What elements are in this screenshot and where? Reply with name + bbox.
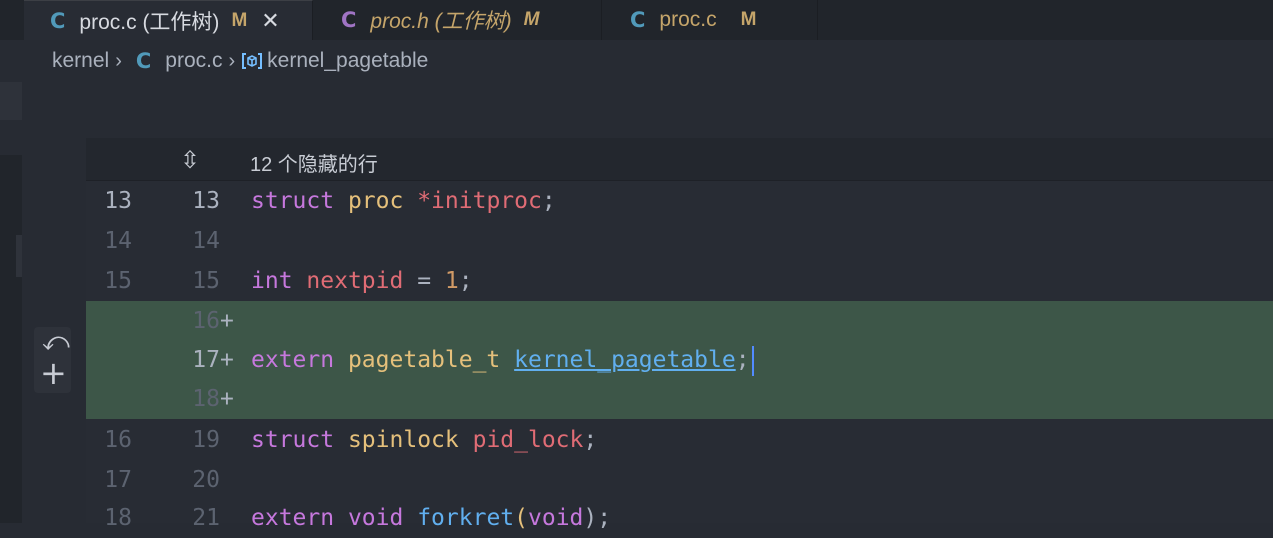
new-line-number: 17 <box>192 347 220 373</box>
tab-title: proc.c (工作树) <box>79 11 220 34</box>
new-line-number: 14 <box>192 228 220 254</box>
code-line[interactable]: 16 19 struct spinlock pid_lock; <box>86 420 1273 460</box>
scroll-marker <box>16 235 22 277</box>
new-line-number: 21 <box>192 505 220 531</box>
new-line-number: 20 <box>192 467 220 493</box>
added-marker: + <box>220 347 234 373</box>
tab-title: proc.h (工作树) <box>370 10 512 33</box>
tab-proc-h-working-tree[interactable]: C proc.h (工作树) M <box>313 0 602 40</box>
code-text: struct spinlock pid_lock; <box>251 427 598 453</box>
new-line-number: 18 <box>192 386 220 412</box>
variable-icon <box>242 53 263 69</box>
old-line-number: 17 <box>104 467 132 493</box>
hidden-lines-label: 12 个隐藏的行 <box>250 154 378 176</box>
breadcrumb-file-label: proc.c <box>165 49 223 72</box>
added-line[interactable]: 18 + <box>86 379 1273 419</box>
code-line[interactable]: 13 13 struct proc *initproc; <box>86 181 1273 221</box>
tab-proc-c[interactable]: C proc.c M <box>602 0 818 40</box>
old-line-number: 15 <box>104 268 132 294</box>
added-marker: + <box>220 386 234 412</box>
code-text: int nextpid = 1; <box>251 268 473 294</box>
revert-change-widget[interactable]: ⤺ + <box>34 327 71 393</box>
new-line-number: 13 <box>192 188 220 214</box>
code-line[interactable]: 17 20 <box>86 460 1273 500</box>
modified-badge: M <box>740 9 757 30</box>
tab-title: proc.c <box>659 8 717 31</box>
code-text: extern pagetable_t kernel_pagetable; <box>251 340 754 380</box>
old-line-number: 18 <box>104 505 132 531</box>
breadcrumb-symbol[interactable]: kernel_pagetable <box>241 49 428 73</box>
old-line-number: 13 <box>104 188 132 214</box>
old-line-number: 14 <box>104 228 132 254</box>
tab-proc-c-working-tree[interactable]: C proc.c (工作树) M ✕ <box>24 0 313 41</box>
h-file-icon: C <box>341 8 357 32</box>
modified-badge: M <box>523 9 540 30</box>
unfold-icon[interactable]: ⇳ <box>180 146 200 174</box>
new-line-number: 16 <box>192 308 220 334</box>
added-line[interactable]: 17 + extern pagetable_t kernel_pagetable… <box>86 340 1273 380</box>
close-icon[interactable]: ✕ <box>261 8 279 34</box>
old-line-number: 16 <box>104 427 132 453</box>
plus-icon[interactable]: + <box>40 357 67 389</box>
tab-bar: C proc.c (工作树) M ✕ C proc.h (工作树) M C pr… <box>0 0 1273 41</box>
new-line-number: 15 <box>192 268 220 294</box>
chevron-right-icon: › <box>115 49 122 72</box>
original-pane-edge <box>0 155 22 523</box>
text-cursor <box>751 345 754 376</box>
breadcrumb: kernel › C proc.c › kernel_pagetable <box>0 40 1273 82</box>
code-text: struct proc *initproc; <box>251 188 556 214</box>
new-line-number: 19 <box>192 427 220 453</box>
c-file-icon: C <box>630 8 646 32</box>
breadcrumb-file[interactable]: C proc.c <box>128 49 223 73</box>
code-line[interactable]: 14 14 <box>86 221 1273 261</box>
code-line[interactable]: 15 15 int nextpid = 1; <box>86 261 1273 301</box>
scroll-shadow <box>0 82 22 120</box>
c-file-icon: C <box>50 9 66 33</box>
code-line[interactable]: 18 21 extern void forkret(void); <box>86 498 1273 538</box>
breadcrumb-symbol-label: kernel_pagetable <box>267 49 429 72</box>
added-line[interactable]: 16 + <box>86 301 1273 341</box>
modified-badge: M <box>231 10 248 31</box>
chevron-right-icon: › <box>228 49 236 72</box>
breadcrumb-folder[interactable]: kernel <box>52 49 109 73</box>
symbol-link[interactable]: kernel_pagetable <box>514 347 736 373</box>
c-file-icon: C <box>135 49 152 73</box>
code-text: extern void forkret(void); <box>251 505 612 531</box>
diff-editor[interactable]: ⇳ 12 个隐藏的行 13 13 struct proc *initproc; … <box>86 138 1273 531</box>
hidden-lines-bar[interactable]: ⇳ 12 个隐藏的行 <box>86 138 1273 181</box>
added-marker: + <box>220 308 234 334</box>
